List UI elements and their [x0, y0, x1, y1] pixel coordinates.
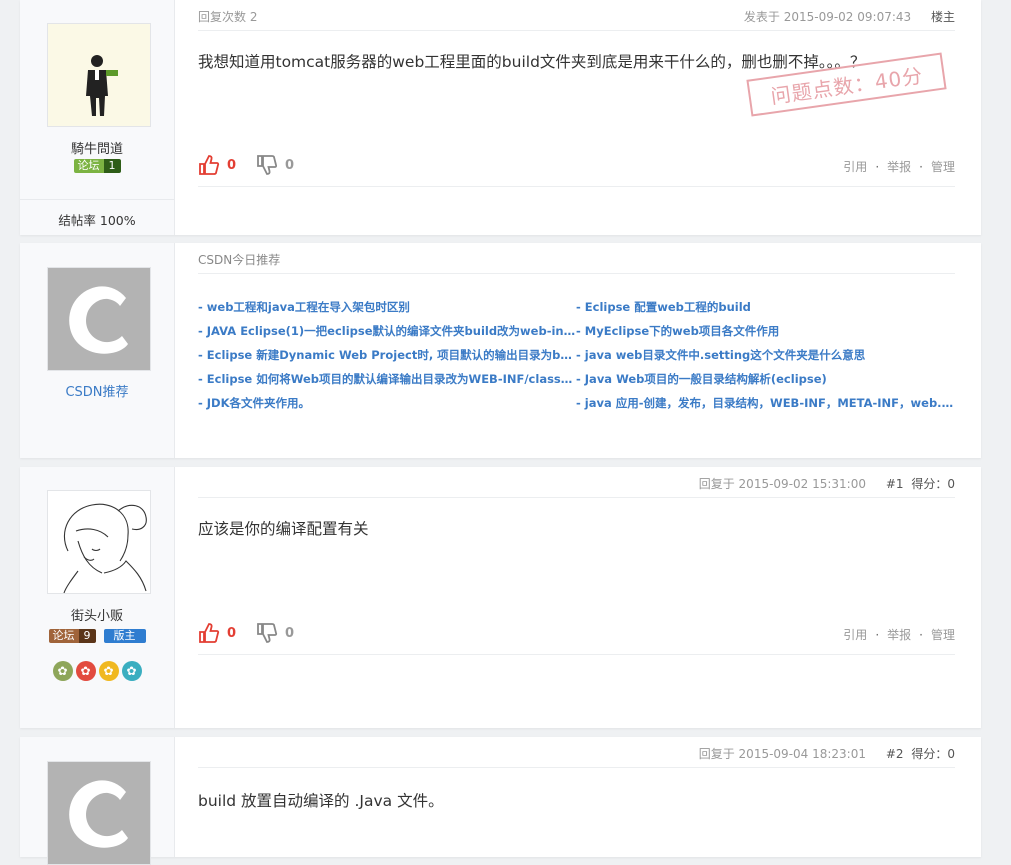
user-panel: 騎牛問道 论坛 1 结帖率 100%: [20, 0, 175, 235]
avatar[interactable]: [47, 23, 151, 127]
quote-link[interactable]: 引用: [843, 628, 867, 642]
post-meta: 回复于 2015-09-04 18:23:01 #2 得分：0: [198, 737, 955, 768]
recommend-link[interactable]: - JAVA Eclipse(1)一把eclipse默认的编译文件夹build改…: [198, 323, 578, 347]
floor-label: #2: [885, 747, 904, 761]
username[interactable]: CSDN推荐: [20, 381, 174, 400]
thumbs-down-icon: [257, 155, 278, 175]
post-ops: 引用 · 举报 · 管理: [843, 628, 955, 642]
reply-1: 街头小贩 论坛 9 版主 ✿ ✿ ✿ ✿ 回复于 2015-09-02 15:3…: [20, 467, 981, 728]
score-label: 得分：0: [911, 747, 955, 761]
forum-level-badge[interactable]: 论坛 9: [48, 629, 96, 643]
floor-label: #1: [885, 477, 904, 491]
report-link[interactable]: 举报: [887, 160, 911, 174]
dislike-button[interactable]: 0: [256, 154, 294, 176]
avatar-image: [48, 24, 150, 126]
username[interactable]: 街头小贩: [20, 605, 174, 624]
post-op: 騎牛問道 论坛 1 结帖率 100% 回复次数 2 发表于 2015-09-02…: [20, 0, 981, 235]
reply-time: 回复于 2015-09-02 15:31:00: [698, 477, 866, 491]
forum-level-badge[interactable]: 论坛 1: [73, 159, 121, 173]
floor-label: 楼主: [930, 10, 955, 24]
csdn-logo: [48, 762, 150, 864]
user-badges: 论坛 9 版主: [20, 629, 174, 643]
user-badges: 论坛 1: [20, 159, 174, 173]
avatar[interactable]: [47, 490, 151, 594]
recommend-link[interactable]: - java web目录文件中.setting这个文件夹是什么意思: [576, 347, 956, 371]
post-actions: 0 0 引用 · 举报 · 管理: [198, 146, 955, 187]
post-meta: 回复次数 2 发表于 2015-09-02 09:07:43 楼主: [198, 0, 955, 31]
recommend-link[interactable]: - MyEclipse下的web项目各文件作用: [576, 323, 956, 347]
post-time: 发表于 2015-09-02 09:07:43: [743, 10, 912, 24]
post-content: 我想知道用tomcat服务器的web工程里面的build文件夹到底是用来干什么的…: [198, 53, 866, 71]
post-body: 回复于 2015-09-04 18:23:01 #2 得分：0 build 放置…: [198, 737, 955, 857]
medal-icon[interactable]: ✿: [98, 661, 119, 681]
medal-icon[interactable]: ✿: [75, 661, 96, 681]
username[interactable]: 騎牛問道: [20, 138, 174, 157]
reply-2: 回复于 2015-09-04 18:23:01 #2 得分：0 build 放置…: [20, 737, 981, 865]
user-panel: 街头小贩 论坛 9 版主 ✿ ✿ ✿ ✿: [20, 467, 175, 728]
avatar[interactable]: [47, 267, 151, 371]
user-panel: CSDN推荐: [20, 243, 175, 458]
post-content: build 放置自动编译的 .Java 文件。: [198, 792, 444, 810]
reply-count: 回复次数 2: [198, 10, 258, 24]
post-body: 回复次数 2 发表于 2015-09-02 09:07:43 楼主 我想知道用t…: [198, 0, 955, 235]
manage-link[interactable]: 管理: [931, 160, 955, 174]
score-label: 得分：0: [911, 477, 955, 491]
avatar-image: [48, 491, 150, 593]
quote-link[interactable]: 引用: [843, 160, 867, 174]
recommend-link[interactable]: - Eclipse 新建Dynamic Web Project时, 项目默认的输…: [198, 347, 578, 371]
recommend-body: CSDN今日推荐 - web工程和java工程在导入架包时区别 - JAVA E…: [198, 243, 956, 458]
post-body: 回复于 2015-09-02 15:31:00 #1 得分：0 应该是你的编译配…: [198, 467, 955, 728]
post-meta: 回复于 2015-09-02 15:31:00 #1 得分：0: [198, 467, 955, 498]
recommend-link[interactable]: - web工程和java工程在导入架包时区别: [198, 299, 578, 323]
medal-icon[interactable]: ✿: [121, 661, 142, 681]
recommend-title: CSDN今日推荐: [198, 253, 281, 267]
post-content: 应该是你的编译配置有关: [198, 520, 369, 538]
thumbs-down-icon: [257, 623, 278, 643]
manage-link[interactable]: 管理: [931, 628, 955, 642]
thumbs-up-icon: [199, 155, 220, 175]
dislike-button[interactable]: 0: [256, 622, 294, 644]
post-actions: 0 0 引用 · 举报 · 管理: [198, 614, 955, 655]
reply-time: 回复于 2015-09-04 18:23:01: [698, 747, 866, 761]
medal-icon[interactable]: ✿: [52, 661, 73, 681]
moderator-badge[interactable]: 版主: [103, 629, 146, 643]
recommend-link[interactable]: - Eclipse 配置web工程的build: [576, 299, 956, 323]
avatar[interactable]: [47, 761, 151, 865]
post-ops: 引用 · 举报 · 管理: [843, 160, 955, 174]
csdn-logo: [48, 268, 150, 370]
medal-row: ✿ ✿ ✿ ✿: [20, 661, 174, 681]
close-rate: 结帖率 100%: [58, 213, 136, 228]
recommend-link[interactable]: - java 应用-创建，发布，目录结构，WEB-INF，META-INF，we…: [576, 395, 956, 419]
recommend-link[interactable]: - JDK各文件夹作用。: [198, 395, 578, 419]
recommend-meta: CSDN今日推荐: [198, 243, 955, 274]
recommend-link[interactable]: - Java Web项目的一般目录结构解析(eclipse): [576, 371, 956, 395]
thumbs-up-icon: [199, 623, 220, 643]
like-button[interactable]: 0: [198, 622, 236, 644]
like-button[interactable]: 0: [198, 154, 236, 176]
user-panel: [20, 737, 175, 865]
recommend-block: CSDN推荐 CSDN今日推荐 - web工程和java工程在导入架包时区别 -…: [20, 243, 981, 458]
report-link[interactable]: 举报: [887, 628, 911, 642]
recommend-link[interactable]: - Eclipse 如何将Web项目的默认编译输出目录改为WEB-INF/cla…: [198, 371, 578, 395]
